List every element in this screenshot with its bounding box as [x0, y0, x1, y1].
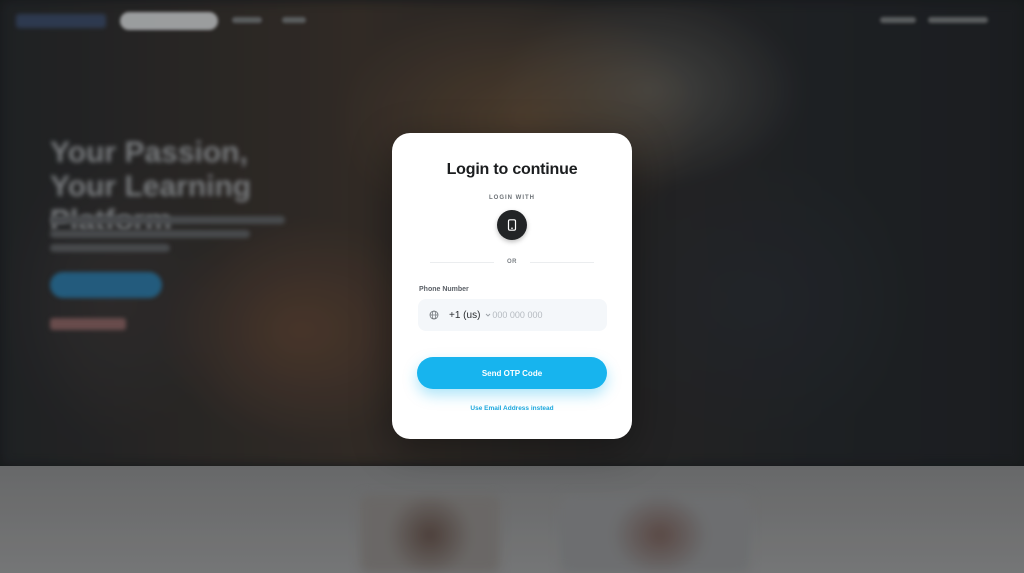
send-otp-button[interactable]: Send OTP Code	[417, 357, 607, 389]
modal-title: Login to continue	[446, 161, 578, 178]
phone-number-field: +1 (us)	[418, 299, 607, 331]
chevron-down-icon[interactable]	[485, 312, 491, 318]
phone-icon	[507, 219, 517, 231]
login-modal: Login to continue LOGIN WITH OR Phone Nu…	[392, 133, 632, 439]
globe-icon	[429, 310, 439, 320]
or-separator: OR	[507, 259, 517, 265]
phone-login-button[interactable]	[497, 210, 527, 240]
country-code-select[interactable]: +1 (us)	[449, 310, 480, 321]
phone-number-label: Phone Number	[419, 286, 469, 293]
login-with-label: LOGIN WITH	[489, 195, 535, 201]
use-email-link[interactable]: Use Email Address instead	[392, 405, 632, 412]
phone-number-input[interactable]	[492, 310, 583, 320]
divider-line	[530, 262, 594, 263]
